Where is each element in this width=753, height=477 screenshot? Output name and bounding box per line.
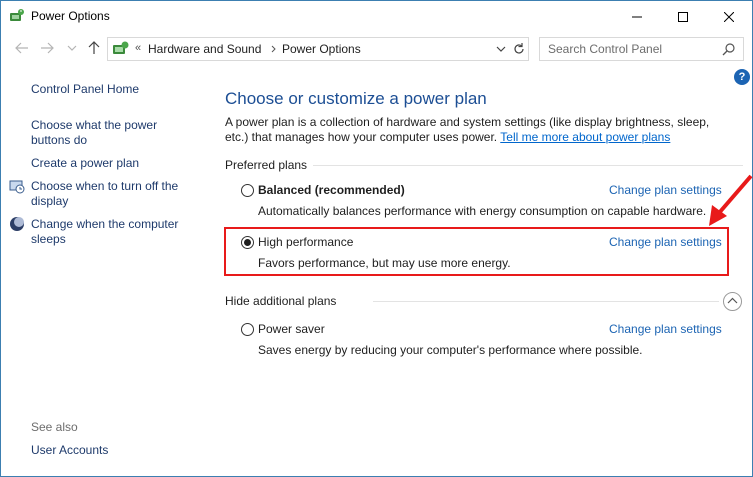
address-dropdown-button[interactable] [494,42,508,56]
sidebar-item-create-plan[interactable]: Create a power plan [31,156,201,171]
see-also-heading: See also [31,420,78,434]
address-overflow[interactable]: « [135,42,141,54]
page-description: A power plan is a collection of hardware… [225,115,735,145]
change-plan-settings-power-saver[interactable]: Change plan settings [609,322,722,336]
refresh-icon [514,43,524,54]
maximize-button[interactable] [660,1,706,32]
power-options-window: Power Options « Hardware and Sound Power… [0,0,753,477]
breadcrumb-separator-icon[interactable] [270,42,278,56]
power-saver-radio[interactable] [241,323,254,336]
navigation-bar: « Hardware and Sound Power Options Searc… [1,32,752,65]
up-arrow-icon [88,41,100,54]
back-button[interactable] [14,40,30,56]
forward-arrow-icon [41,42,54,54]
plan-name-balanced[interactable]: Balanced (recommended) [258,183,405,197]
close-button[interactable] [706,1,752,32]
divider [373,301,719,302]
chevron-down-icon [67,45,77,51]
search-placeholder[interactable]: Search Control Panel [548,42,662,56]
red-arrow-annotation [709,174,753,226]
hide-additional-plans-label[interactable]: Hide additional plans [225,294,336,308]
control-panel-home-link[interactable]: Control Panel Home [31,82,201,97]
close-icon [724,11,734,22]
power-options-icon [9,8,25,24]
maximize-icon [678,11,688,22]
title-bar[interactable]: Power Options [1,1,752,32]
chevron-down-icon [496,46,506,52]
plan-name-power-saver[interactable]: Power saver [258,322,325,336]
divider [313,165,743,166]
help-button[interactable]: ? [734,69,750,85]
back-arrow-icon [15,42,28,54]
learn-more-link[interactable]: Tell me more about power plans [500,130,670,144]
display-clock-icon [9,178,25,194]
collapse-plans-button[interactable] [723,292,742,311]
sidebar-item-turn-off-display[interactable]: Choose when to turn off the display [31,179,191,209]
chevron-up-icon [727,297,738,304]
sidebar-item-computer-sleeps[interactable]: Change when the computer sleeps [31,217,191,247]
minimize-icon [632,16,642,17]
moon-sleep-icon [9,216,25,232]
search-icon[interactable] [722,42,736,56]
highlight-box [224,227,729,276]
control-panel-icon [112,41,130,57]
sidebar: Control Panel Home Choose what the power… [1,65,206,476]
address-bar[interactable]: « Hardware and Sound Power Options [107,37,529,61]
forward-button[interactable] [39,40,55,56]
plan-description-power-saver: Saves energy by reducing your computer's… [258,343,643,357]
breadcrumb-power-options[interactable]: Power Options [282,42,361,56]
minimize-button[interactable] [614,1,660,32]
preferred-plans-label: Preferred plans [225,158,308,172]
window-title: Power Options [31,9,110,23]
user-accounts-link[interactable]: User Accounts [31,443,201,458]
recent-locations-button[interactable] [64,40,80,56]
breadcrumb-hardware-and-sound[interactable]: Hardware and Sound [148,42,261,56]
search-box[interactable]: Search Control Panel [539,37,744,61]
refresh-button[interactable] [511,41,527,57]
sidebar-item-power-buttons[interactable]: Choose what the power buttons do [31,118,171,148]
balanced-radio[interactable] [241,184,254,197]
up-button[interactable] [86,40,102,56]
plan-description-balanced: Automatically balances performance with … [258,204,707,218]
page-title: Choose or customize a power plan [225,89,487,108]
